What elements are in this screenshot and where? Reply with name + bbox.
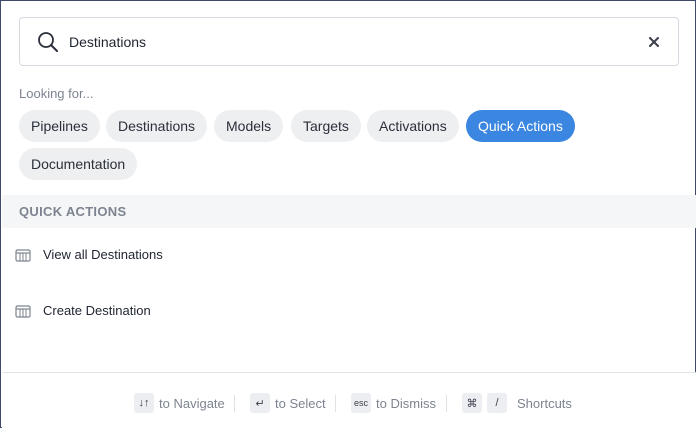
slash-key: /: [487, 393, 507, 413]
destination-icon: [15, 248, 31, 262]
action-label: Create Destination: [43, 303, 151, 318]
action-create-destination[interactable]: Create Destination: [2, 291, 696, 331]
esc-key: esc: [351, 393, 372, 413]
section-header: QUICK ACTIONS: [2, 195, 696, 228]
chip-models[interactable]: Models: [214, 110, 284, 142]
destination-icon: [15, 304, 31, 318]
divider: [335, 395, 336, 412]
dismiss-label: to Dismiss: [376, 395, 436, 411]
hint-navigate: ↓↑ to Navigate: [134, 393, 225, 413]
chip-targets[interactable]: Targets: [291, 110, 361, 142]
looking-for-label: Looking for...: [19, 86, 94, 101]
chip-documentation[interactable]: Documentation: [19, 148, 138, 180]
action-label: View all Destinations: [43, 247, 163, 262]
chip-activations[interactable]: Activations: [367, 110, 459, 142]
chip-quick-actions[interactable]: Quick Actions: [466, 110, 575, 142]
select-label: to Select: [275, 395, 326, 411]
divider: [446, 395, 447, 412]
hint-dismiss: esc to Dismiss: [351, 393, 436, 413]
divider: [234, 395, 235, 412]
shortcuts-label: Shortcuts: [517, 395, 572, 411]
keyboard-hints-footer: ↓↑ to Navigate ↵ to Select esc to Dismis…: [2, 372, 696, 428]
search-input[interactable]: [69, 28, 629, 56]
navigate-key: ↓↑: [134, 393, 154, 413]
command-key: ⌘: [462, 393, 482, 413]
action-view-all-destinations[interactable]: View all Destinations: [2, 235, 696, 275]
command-palette: Looking for... Pipelines Destinations Mo…: [0, 0, 696, 428]
chip-destinations[interactable]: Destinations: [106, 110, 208, 142]
hint-select: ↵ to Select: [250, 393, 326, 413]
chip-pipelines[interactable]: Pipelines: [19, 110, 100, 142]
hint-shortcuts: ⌘ / Shortcuts: [462, 393, 572, 413]
navigate-label: to Navigate: [159, 395, 225, 411]
search-icon: [37, 31, 59, 53]
close-icon[interactable]: [644, 32, 664, 52]
search-box[interactable]: [19, 17, 679, 66]
enter-key: ↵: [250, 393, 270, 413]
